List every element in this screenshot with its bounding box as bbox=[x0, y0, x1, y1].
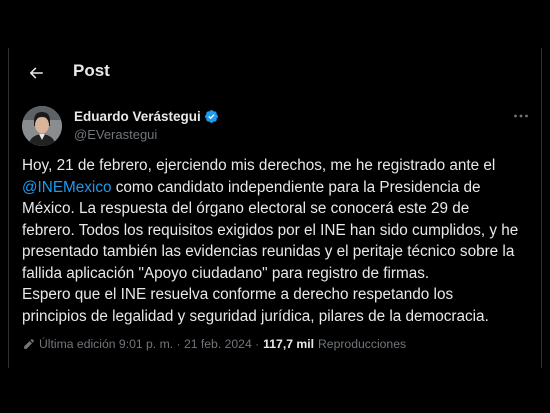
edited-timestamp[interactable]: Última edición 9:01 p. m. · 21 feb. 2024… bbox=[39, 337, 259, 351]
avatar[interactable] bbox=[22, 106, 62, 146]
tweet-text: Hoy, 21 de febrero, ejerciendo mis derec… bbox=[22, 155, 537, 327]
page-title: Post bbox=[73, 61, 110, 80]
tweet-text-before: Hoy, 21 de febrero, ejerciendo mis derec… bbox=[22, 157, 496, 174]
back-button[interactable] bbox=[21, 58, 51, 88]
author-handle[interactable]: @EVerastegui bbox=[74, 127, 157, 142]
author-name[interactable]: Eduardo Verástegui bbox=[74, 109, 219, 124]
post-panel: Post Eduardo Verástegui @EVerastegui Hoy… bbox=[8, 48, 542, 368]
verified-badge-icon bbox=[204, 110, 218, 123]
author-name-text: Eduardo Verástegui bbox=[74, 109, 201, 124]
post-header: Post bbox=[9, 48, 541, 98]
pencil-icon bbox=[24, 338, 34, 349]
author-row: Eduardo Verástegui @EVerastegui bbox=[22, 106, 532, 146]
arrow-left-icon bbox=[29, 67, 43, 79]
mention-link[interactable]: @INEMexico bbox=[22, 179, 111, 196]
views-count: 117,7 mil bbox=[263, 337, 314, 351]
avatar-image bbox=[22, 106, 62, 146]
tweet-text-after: como candidato independiente para la Pre… bbox=[22, 178, 519, 325]
screenshot-frame: Post Eduardo Verástegui @EVerastegui Hoy… bbox=[0, 0, 550, 413]
more-options-button[interactable] bbox=[510, 108, 532, 124]
more-horizontal-icon bbox=[514, 114, 528, 118]
post-meta: Última edición 9:01 p. m. · 21 feb. 2024… bbox=[22, 337, 532, 351]
views-label: Reproducciones bbox=[318, 337, 407, 351]
